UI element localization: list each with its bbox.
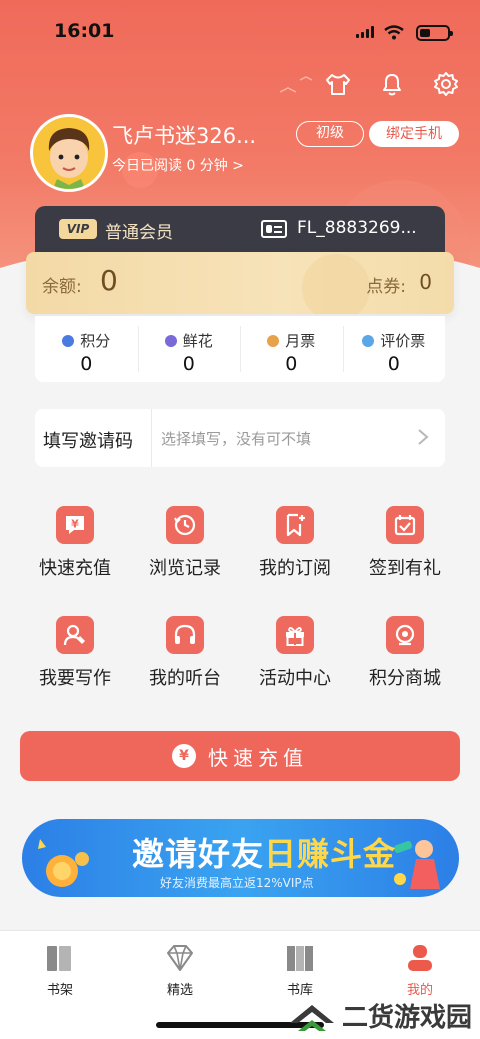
header-actions xyxy=(324,70,460,98)
balance-label: 余额: xyxy=(42,277,82,297)
coupon-value: 0 xyxy=(419,270,432,294)
username[interactable]: 飞卢书迷326... xyxy=(112,120,256,150)
status-time: 16:01 xyxy=(54,20,115,42)
stat-points[interactable]: 积分 0 xyxy=(35,316,138,382)
grid-label: 浏览记录 xyxy=(149,558,221,579)
stat-value: 0 xyxy=(285,353,298,375)
stat-label: 鲜花 xyxy=(182,332,213,350)
stats-row: 积分 0 鲜花 0 月票 0 评价票 0 xyxy=(35,316,445,382)
reading-time-today[interactable]: 今日已阅读 0 分钟 > xyxy=(112,155,244,175)
watermark: 二货游戏园 xyxy=(288,997,472,1034)
stat-label: 积分 xyxy=(80,332,111,350)
bell-icon[interactable] xyxy=(378,70,406,98)
vip-badge: VIP xyxy=(59,219,97,239)
grid-label: 我的订阅 xyxy=(259,558,331,579)
grid-label: 活动中心 xyxy=(259,668,331,689)
points-store-icon xyxy=(386,616,424,654)
check-in-item[interactable]: 签到有礼 xyxy=(350,502,460,612)
divider xyxy=(151,409,152,467)
writer-icon xyxy=(56,616,94,654)
grid-label: 我的听台 xyxy=(149,668,221,689)
bind-phone-button[interactable]: 绑定手机 xyxy=(369,121,459,147)
coupon-label: 点券: xyxy=(366,277,406,297)
member-card[interactable]: VIP 普通会员 FL_8883269... xyxy=(35,206,445,256)
grid-label: 快速充值 xyxy=(39,558,111,579)
headphones-icon xyxy=(166,616,204,654)
stat-label: 月票 xyxy=(285,332,316,350)
battery-icon xyxy=(416,25,453,41)
level-badge[interactable]: 初级 xyxy=(296,121,364,147)
grid-label: 积分商城 xyxy=(369,668,441,689)
banner-title: 邀请好友日赚斗金 xyxy=(132,829,396,875)
bookmark-add-icon xyxy=(276,506,314,544)
events-center-item[interactable]: 活动中心 xyxy=(240,612,350,722)
svg-text:¥: ¥ xyxy=(71,518,79,531)
write-item[interactable]: 我要写作 xyxy=(20,612,130,722)
history-icon xyxy=(166,506,204,544)
tab-bookshelf[interactable]: 书架 xyxy=(0,931,120,1039)
membership-type: 普通会员 xyxy=(105,223,173,243)
banner-title-part: 邀请好友 xyxy=(132,835,265,873)
banner-title-highlight: 日赚斗金 xyxy=(264,835,397,873)
stat-monthly-tickets[interactable]: 月票 0 xyxy=(240,316,343,382)
points-icon xyxy=(62,334,75,347)
feature-grid: ¥ 快速充值 浏览记录 我的订阅 签到有礼 我要写作 我的听台 活动中心 积分商… xyxy=(20,502,460,722)
invite-code-input[interactable]: 选择填写，没有可不填 xyxy=(161,428,311,449)
yen-icon: ¥ xyxy=(172,744,196,768)
watermark-text: 二货游戏园 xyxy=(341,1003,472,1033)
gift-icon xyxy=(276,616,314,654)
yen-bubble-icon: ¥ xyxy=(56,506,94,544)
watermark-logo-icon xyxy=(289,1004,334,1031)
avatar[interactable] xyxy=(30,114,108,192)
stat-review-tickets[interactable]: 评价票 0 xyxy=(342,316,446,382)
points-store-item[interactable]: 积分商城 xyxy=(350,612,460,722)
grid-label: 签到有礼 xyxy=(369,558,441,579)
member-id: FL_8883269... xyxy=(297,218,417,238)
invite-friends-banner[interactable]: 邀请好友日赚斗金 好友消费最高立返12%VIP点 xyxy=(22,819,459,897)
quick-recharge-button[interactable]: ¥ 快速充值 xyxy=(20,731,460,781)
tab-label: 书库 xyxy=(286,983,313,998)
my-subscriptions-item[interactable]: 我的订阅 xyxy=(240,502,350,612)
banner-subtitle: 好友消费最高立返12%VIP点 xyxy=(160,876,314,890)
balance-card[interactable]: 余额: 0 点券: 0 xyxy=(26,252,454,314)
gear-icon[interactable] xyxy=(432,70,460,98)
stat-flowers[interactable]: 鲜花 0 xyxy=(137,316,241,382)
stat-label: 评价票 xyxy=(380,332,426,350)
tshirt-icon[interactable] xyxy=(324,70,352,98)
tab-label: 精选 xyxy=(166,983,193,998)
diamond-icon xyxy=(167,945,193,971)
id-card-icon xyxy=(261,220,287,238)
my-audio-item[interactable]: 我的听台 xyxy=(130,612,240,722)
grid-row: 我要写作 我的听台 活动中心 积分商城 xyxy=(20,612,460,722)
stat-value: 0 xyxy=(182,353,195,375)
bookshelf-icon xyxy=(47,946,71,971)
library-icon xyxy=(287,946,313,971)
tab-label: 书架 xyxy=(46,983,73,998)
calendar-check-icon xyxy=(386,506,424,544)
stat-value: 0 xyxy=(387,353,400,375)
status-bar: 16:01 xyxy=(0,18,480,48)
monthly-ticket-icon xyxy=(267,334,280,347)
review-ticket-icon xyxy=(362,334,375,347)
wifi-icon xyxy=(384,25,404,40)
grid-row: ¥ 快速充值 浏览记录 我的订阅 签到有礼 xyxy=(20,502,460,612)
cellular-signal-icon xyxy=(356,26,374,38)
flower-icon xyxy=(164,334,177,347)
stat-value: 0 xyxy=(80,353,93,375)
chevron-right-icon xyxy=(418,429,429,445)
invite-code-row[interactable]: 填写邀请码 选择填写，没有可不填 xyxy=(35,409,445,467)
balance-value: 0 xyxy=(100,264,118,297)
grid-label: 我要写作 xyxy=(39,668,111,689)
avatar-face-icon xyxy=(48,128,90,189)
profile-icon xyxy=(408,945,432,971)
quick-recharge-label: 快速充值 xyxy=(208,745,308,770)
invite-code-label: 填写邀请码 xyxy=(43,431,133,452)
tab-label: 我的 xyxy=(406,983,433,998)
browsing-history-item[interactable]: 浏览记录 xyxy=(130,502,240,612)
quick-recharge-item[interactable]: ¥ 快速充值 xyxy=(20,502,130,612)
